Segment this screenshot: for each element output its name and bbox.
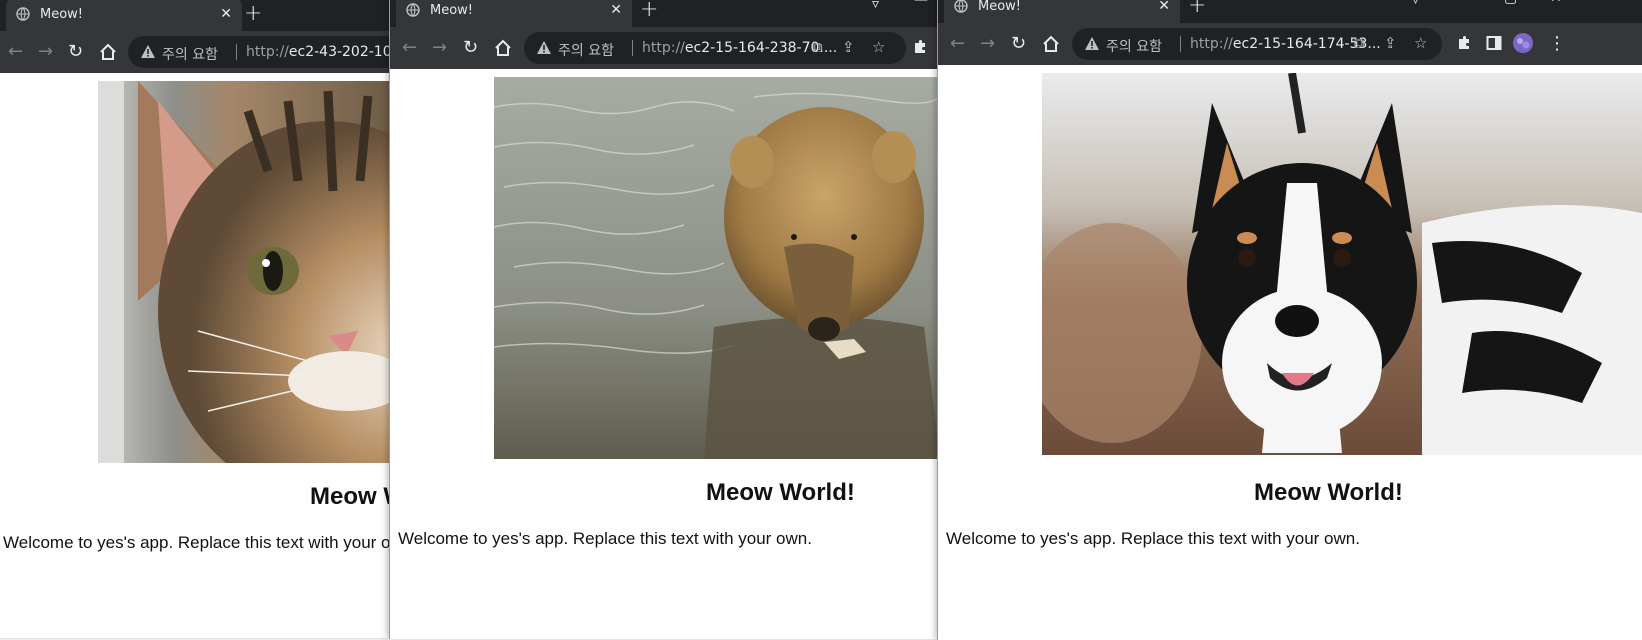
forward-icon[interactable]: → xyxy=(432,38,447,58)
new-tab-button[interactable]: + xyxy=(1188,0,1206,18)
close-tab-icon[interactable]: ✕ xyxy=(610,2,622,18)
page-heading: Meow World! xyxy=(1254,479,1403,506)
toolbar: ← → ↻ 주의 요함 http://ec2-15-164-174-53... … xyxy=(938,23,1642,65)
security-label: 주의 요함 xyxy=(1106,39,1162,55)
forward-icon[interactable]: → xyxy=(38,42,53,62)
toolbar: ← → ↻ 주의 요함 http://ec2-43-202-100-27 xyxy=(0,31,392,73)
husky-image xyxy=(1042,73,1642,455)
translate-icon[interactable]: ⧉ xyxy=(1354,34,1365,52)
home-icon[interactable] xyxy=(494,39,512,57)
close-window-icon[interactable]: ✕ xyxy=(1550,0,1562,6)
address-bar[interactable]: 주의 요함 http://ec2-43-202-100-27 xyxy=(128,36,392,68)
url-host: ec2-43-202-100-27 xyxy=(288,44,392,60)
page-content: Meow World! Welcome to yes's app. Replac… xyxy=(938,65,1642,640)
sidepanel-icon[interactable] xyxy=(1486,35,1502,51)
url-scheme: http:// xyxy=(642,40,685,56)
back-icon[interactable]: ← xyxy=(950,34,965,54)
security-label: 주의 요함 xyxy=(162,47,218,63)
home-icon[interactable] xyxy=(99,43,117,61)
divider xyxy=(632,40,633,56)
page-content: Meow World! Welcome to yes's app. Replac… xyxy=(0,73,392,638)
more-menu-icon[interactable]: ⋮ xyxy=(1548,34,1566,54)
bear-image xyxy=(494,77,940,459)
divider xyxy=(236,44,237,60)
close-tab-icon[interactable]: ✕ xyxy=(1158,0,1170,14)
share-icon[interactable]: ⇪ xyxy=(842,38,855,56)
globe-icon xyxy=(16,7,30,21)
url-scheme: http:// xyxy=(1190,36,1233,52)
share-icon[interactable]: ⇪ xyxy=(1384,34,1397,52)
puzzle-icon[interactable] xyxy=(912,39,928,55)
globe-icon xyxy=(954,0,968,13)
puzzle-icon[interactable] xyxy=(1456,35,1472,51)
tab-search-icon[interactable]: ▿ xyxy=(872,0,879,12)
welcome-text: Welcome to yes's app. Replace this text … xyxy=(398,529,812,548)
back-icon[interactable]: ← xyxy=(402,38,417,58)
tab-strip: Meow! ✕ + ▿ — xyxy=(390,0,940,27)
security-label: 주의 요함 xyxy=(558,43,614,59)
new-tab-button[interactable]: + xyxy=(640,0,658,22)
translate-icon[interactable]: ⧉ xyxy=(812,38,823,56)
tab-title: Meow! xyxy=(40,7,84,22)
tab-meow[interactable]: Meow! ✕ xyxy=(6,0,242,31)
url-scheme: http:// xyxy=(246,44,289,60)
url-text[interactable]: http://ec2-43-202-100-27 xyxy=(246,44,392,60)
maximize-icon[interactable]: ▢ xyxy=(1504,0,1517,6)
toolbar: ← → ↻ 주의 요함 http://ec2-15-164-238-70....… xyxy=(390,27,940,69)
warning-triangle-icon[interactable] xyxy=(536,40,552,56)
star-icon[interactable]: ☆ xyxy=(1414,34,1427,52)
browser-window-3: Meow! ✕ + ▿ — ▢ ✕ ← → ↻ 주의 요함 http://ec2… xyxy=(938,0,1642,640)
avatar-icon[interactable] xyxy=(1512,32,1534,54)
tab-strip: Meow! ✕ + ▿ — ▢ ✕ xyxy=(938,0,1642,23)
close-tab-icon[interactable]: ✕ xyxy=(220,6,232,22)
tab-meow[interactable]: Meow! ✕ xyxy=(944,0,1180,23)
reload-icon[interactable]: ↻ xyxy=(68,42,83,62)
minimize-icon[interactable]: — xyxy=(1462,0,1476,4)
url-text[interactable]: http://ec2-15-164-238-70.... xyxy=(642,40,837,56)
tab-meow[interactable]: Meow! ✕ xyxy=(396,0,632,27)
warning-triangle-icon[interactable] xyxy=(140,44,156,60)
welcome-text: Welcome to yes's app. Replace this text … xyxy=(946,529,1360,548)
tab-strip: Meow! ✕ + xyxy=(0,0,392,31)
address-bar[interactable]: 주의 요함 http://ec2-15-164-238-70.... ⧉ ⇪ ☆ xyxy=(524,32,906,64)
page-heading: Meow World! xyxy=(706,479,855,506)
reload-icon[interactable]: ↻ xyxy=(463,38,478,58)
divider xyxy=(1180,36,1181,52)
back-icon[interactable]: ← xyxy=(8,42,23,62)
star-icon[interactable]: ☆ xyxy=(872,38,885,56)
warning-triangle-icon[interactable] xyxy=(1084,36,1100,52)
welcome-text: Welcome to yes's app. Replace this text … xyxy=(3,533,392,552)
url-text[interactable]: http://ec2-15-164-174-53... xyxy=(1190,36,1381,52)
tab-title: Meow! xyxy=(978,0,1022,14)
kitten-image xyxy=(98,81,392,463)
page-content: Meow World! Welcome to yes's app. Replac… xyxy=(390,69,940,639)
reload-icon[interactable]: ↻ xyxy=(1011,34,1026,54)
globe-icon xyxy=(406,3,420,17)
browser-window-1: Meow! ✕ + ← → ↻ 주의 요함 http://ec2-43-202-… xyxy=(0,0,392,638)
tab-search-icon[interactable]: ▿ xyxy=(1412,0,1419,8)
address-bar[interactable]: 주의 요함 http://ec2-15-164-174-53... ⧉ ⇪ ☆ xyxy=(1072,28,1442,60)
tab-title: Meow! xyxy=(430,3,474,18)
browser-window-2: Meow! ✕ + ▿ — ← → ↻ 주의 요함 http://ec2-15-… xyxy=(390,0,940,639)
new-tab-button[interactable]: + xyxy=(244,1,262,26)
home-icon[interactable] xyxy=(1042,35,1060,53)
page-heading: Meow World! xyxy=(310,483,392,510)
minimize-icon[interactable]: — xyxy=(914,0,928,8)
forward-icon[interactable]: → xyxy=(980,34,995,54)
